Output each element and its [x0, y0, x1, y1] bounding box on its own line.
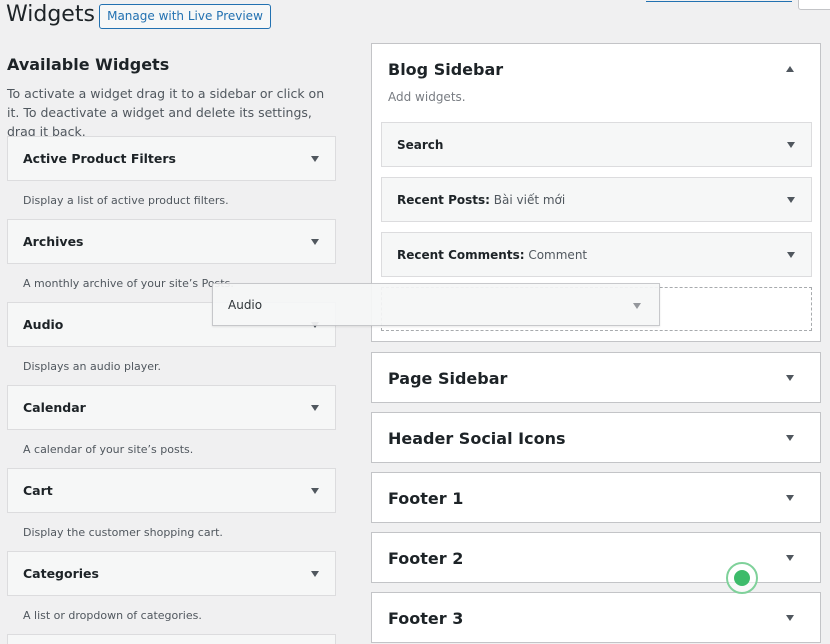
- chevron-down-icon[interactable]: [311, 405, 319, 411]
- chevron-down-icon[interactable]: [786, 435, 794, 441]
- widget-cart[interactable]: Cart: [7, 468, 336, 513]
- sidebar-title[interactable]: Page Sidebar: [388, 369, 507, 388]
- widget-description: A calendar of your site’s posts.: [23, 443, 194, 456]
- chevron-down-icon[interactable]: [787, 252, 795, 258]
- sidebar-footer-1[interactable]: Footer 1: [371, 472, 821, 523]
- sidebar-page[interactable]: Page Sidebar: [371, 352, 821, 403]
- chevron-down-icon[interactable]: [786, 375, 794, 381]
- widget-active-product-filters[interactable]: Active Product Filters: [7, 136, 336, 181]
- add-widgets-text: Add widgets.: [388, 90, 466, 104]
- widget-label: Recent Comments: Comment: [397, 248, 588, 262]
- sidebar-title[interactable]: Blog Sidebar: [388, 60, 503, 79]
- manage-live-preview-button[interactable]: Manage with Live Preview: [99, 4, 271, 29]
- widget-description: Displays an audio player.: [23, 360, 162, 373]
- widget-calendar[interactable]: Calendar: [7, 385, 336, 430]
- sidebar-header-social-icons[interactable]: Header Social Icons: [371, 412, 821, 463]
- page-title: Widgets: [6, 2, 95, 27]
- sidebar-title[interactable]: Footer 3: [388, 609, 463, 628]
- chevron-down-icon[interactable]: [787, 142, 795, 148]
- widget-description: Display a list of active product filters…: [23, 194, 229, 207]
- widget-label: Audio: [23, 317, 64, 332]
- widget-description: A list or dropdown of categories.: [23, 609, 202, 622]
- widget-label: Categories: [23, 566, 99, 581]
- widget-label: Audio: [228, 298, 263, 312]
- widget-label: Cart: [23, 483, 53, 498]
- sidebar-widget-search[interactable]: Search: [381, 122, 812, 167]
- widget-description: Display the customer shopping cart.: [23, 526, 223, 539]
- top-right-button[interactable]: [798, 0, 830, 10]
- top-link[interactable]: [646, 0, 792, 2]
- chevron-down-icon[interactable]: [786, 555, 794, 561]
- chevron-down-icon[interactable]: [311, 571, 319, 577]
- widget-label: Calendar: [23, 400, 86, 415]
- chevron-down-icon[interactable]: [311, 239, 319, 245]
- chevron-down-icon[interactable]: [311, 488, 319, 494]
- watermark-logo-icon: [726, 562, 758, 594]
- widget-label: Recent Posts: Bài viết mới: [397, 193, 566, 207]
- widget-label: Archives: [23, 234, 84, 249]
- sidebar-title[interactable]: Header Social Icons: [388, 429, 565, 448]
- sidebar-widget-recent-posts[interactable]: Recent Posts: Bài viết mới: [381, 177, 812, 222]
- widget-description: A monthly archive of your site’s Posts.: [23, 277, 234, 290]
- chevron-down-icon[interactable]: [787, 197, 795, 203]
- sidebar-footer-3[interactable]: Footer 3: [371, 592, 821, 643]
- widget-label: Active Product Filters: [23, 151, 176, 166]
- dragging-widget-audio[interactable]: Audio: [212, 283, 660, 326]
- widget-next-partial[interactable]: [7, 634, 336, 644]
- sidebar-title[interactable]: Footer 1: [388, 489, 463, 508]
- sidebar-widget-recent-comments[interactable]: Recent Comments: Comment: [381, 232, 812, 277]
- available-widgets-heading: Available Widgets: [7, 55, 170, 74]
- chevron-down-icon[interactable]: [311, 156, 319, 162]
- widget-label: Search: [397, 138, 444, 152]
- chevron-down-icon[interactable]: [786, 615, 794, 621]
- widget-archives[interactable]: Archives: [7, 219, 336, 264]
- chevron-down-icon[interactable]: [786, 495, 794, 501]
- sidebar-title[interactable]: Footer 2: [388, 549, 463, 568]
- chevron-up-icon[interactable]: [786, 66, 794, 72]
- chevron-down-icon: [633, 303, 641, 309]
- widget-categories[interactable]: Categories: [7, 551, 336, 596]
- available-widgets-description: To activate a widget drag it to a sideba…: [7, 86, 325, 139]
